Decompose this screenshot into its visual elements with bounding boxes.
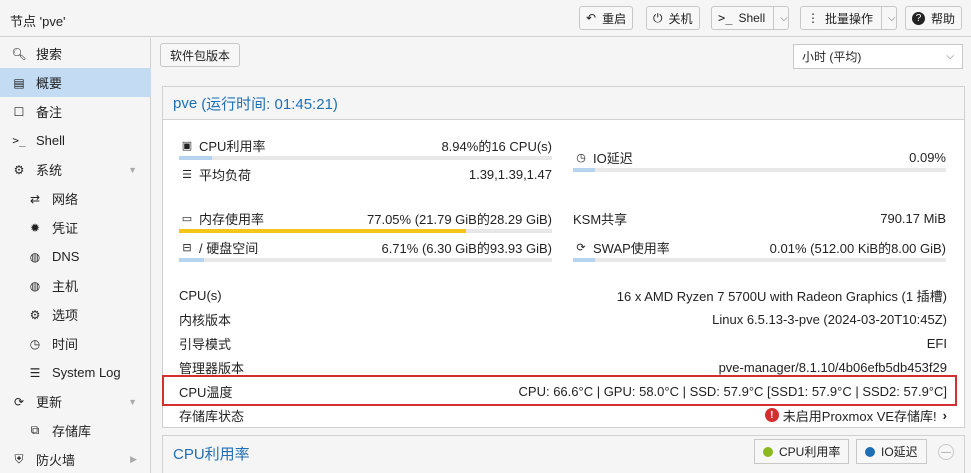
certificate-icon: ✹ xyxy=(29,220,41,235)
memory-usage-row: ▭ 内存使用率 77.05% (21.79 GiB的28.29 GiB) xyxy=(179,209,552,227)
disk-space-bar-fill xyxy=(179,258,205,262)
info-row-kernel: 内核版本 Linux 6.5.13-3-pve (2024-03-20T10:4… xyxy=(179,311,947,328)
memory-icon: ▭ xyxy=(181,212,193,225)
info-row-repository-status: 存储库状态 ! 未启用Proxmox VE存储库! › xyxy=(179,406,947,425)
cpu-usage-row: ▣ CPU利用率 8.94%的16 CPU(s) xyxy=(179,136,552,154)
summary-icon: ▤ xyxy=(13,75,25,90)
info-row-cpus: CPU(s) 16 x AMD Ryzen 7 5700U with Radeo… xyxy=(179,287,947,304)
globe-icon: ◍ xyxy=(29,278,41,293)
sidebar-item-time[interactable]: ◷ 时间 xyxy=(0,329,151,358)
network-icon: ⇄ xyxy=(29,191,41,206)
swap-usage-bar xyxy=(573,258,946,262)
io-delay-bar-fill xyxy=(573,168,596,172)
io-delay-row: ◷ IO延迟 0.09% xyxy=(573,148,946,166)
globe-icon: ◍ xyxy=(29,249,41,264)
hdd-icon: ⊟ xyxy=(182,241,192,254)
timeframe-select[interactable]: 小时 (平均) ⌵ xyxy=(793,44,963,69)
chart-panel-title: CPU利用率 xyxy=(173,446,250,463)
help-button[interactable]: ? 帮助 xyxy=(905,6,963,30)
sidebar-item-options[interactable]: ⚙ 选项 xyxy=(0,300,151,329)
question-icon: ? xyxy=(912,11,925,25)
chevron-down-icon: ⌵ xyxy=(946,51,954,62)
cpu-usage-bar xyxy=(179,156,552,160)
node-name: pve xyxy=(173,94,198,112)
shield-icon: ⛨ xyxy=(14,452,24,466)
refresh-icon: ⟳ xyxy=(13,394,25,409)
io-delay-bar xyxy=(573,168,946,172)
terminal-icon: >_ xyxy=(718,11,733,25)
shutdown-button[interactable]: ⏻ 关机 xyxy=(646,6,700,30)
chevron-down-icon[interactable]: ⌵ xyxy=(773,7,788,29)
sidebar-item-hosts[interactable]: ◍ 主机 xyxy=(0,271,151,300)
node-title: 节点 'pve' xyxy=(10,14,66,29)
sidebar-item-certificates[interactable]: ✹ 凭证 xyxy=(0,213,151,242)
memory-usage-bar xyxy=(179,229,552,233)
chevron-down-icon[interactable]: ▼ xyxy=(128,165,137,175)
status-panel-header: pve (运行时间: 01:45:21) xyxy=(163,87,964,120)
gear-icon: ⚙ xyxy=(29,307,41,322)
disk-space-row: ⊟ / 硬盘空间 6.71% (6.30 GiB的93.93 GiB) xyxy=(179,238,552,256)
server-icon: ☰ xyxy=(182,168,192,181)
package-versions-button[interactable]: 软件包版本 xyxy=(160,43,241,67)
info-row-manager-version: 管理器版本 pve-manager/8.1.10/4b06efb5db453f2… xyxy=(179,359,947,376)
sidebar-item-system-log[interactable]: ☰ System Log xyxy=(0,358,151,387)
swap-usage-row: ⟳ SWAP使用率 0.01% (512.00 KiB的8.00 GiB) xyxy=(573,238,946,256)
sidebar: 🔍︎ 搜索 ▤ 概要 ☐ 备注 >_ Shell ⚙ 系统 ▼ ⇄ 网络 ✹ 凭… xyxy=(0,38,151,473)
terminal-icon: >_ xyxy=(12,134,26,147)
legend-dot-green xyxy=(763,446,773,457)
undo-icon: ↶ xyxy=(586,11,597,25)
power-icon: ⏻ xyxy=(653,10,663,25)
chevron-right-icon[interactable]: ▶ xyxy=(130,454,137,465)
cpu-usage-chart-panel: CPU利用率 CPU利用率 IO延迟 — xyxy=(162,435,965,473)
load-average-row: ☰ 平均负荷 1.39,1.39,1.47 xyxy=(179,165,552,183)
sidebar-item-network[interactable]: ⇄ 网络 xyxy=(0,184,151,213)
sidebar-item-notes[interactable]: ☐ 备注 xyxy=(0,97,151,126)
disk-space-bar xyxy=(179,258,552,262)
cogs-icon: ⚙ xyxy=(13,162,25,177)
list-icon: ☰ xyxy=(29,365,41,380)
clock-icon: ◷ xyxy=(576,151,586,164)
sidebar-item-updates[interactable]: ⟳ 更新 ▼ xyxy=(0,387,151,416)
legend-io-delay[interactable]: IO延迟 xyxy=(856,439,927,464)
cpu-usage-bar-fill xyxy=(179,156,213,160)
legend-dot-blue xyxy=(865,446,875,457)
sidebar-item-repositories[interactable]: ⧉ 存储库 xyxy=(0,416,151,445)
cpu-icon: ▣ xyxy=(181,139,193,152)
info-row-boot-mode: 引导模式 EFI xyxy=(179,335,947,352)
legend-cpu-usage[interactable]: CPU利用率 xyxy=(754,439,850,464)
main-content: 软件包版本 小时 (平均) ⌵ pve (运行时间: 01:45:21) ▣ C… xyxy=(152,38,971,473)
chevron-down-icon[interactable]: ⌵ xyxy=(881,7,896,29)
refresh-icon: ⟳ xyxy=(576,241,586,254)
search-icon: 🔍︎ xyxy=(11,46,27,61)
top-header: 节点 'pve' ↶ 重启 ⏻ 关机 >_ Shell ⌵ ⋮ 批量操作 ⌵ ?… xyxy=(0,0,971,37)
files-icon: ⧉ xyxy=(30,423,40,437)
bulk-actions-button[interactable]: ⋮ 批量操作 ⌵ xyxy=(800,6,897,30)
sidebar-item-firewall[interactable]: ⛨ 防火墙 ▶ xyxy=(0,445,151,473)
sidebar-item-shell[interactable]: >_ Shell xyxy=(0,126,151,155)
sidebar-item-search[interactable]: 🔍︎ 搜索 xyxy=(0,39,151,68)
sidebar-item-dns[interactable]: ◍ DNS xyxy=(0,242,151,271)
ellipsis-icon: ⋮ xyxy=(807,11,819,25)
cpu-temperature-highlight xyxy=(162,375,957,406)
uptime-text: (运行时间: 01:45:21) xyxy=(201,95,338,113)
collapse-icon[interactable]: — xyxy=(938,444,954,460)
clock-icon: ◷ xyxy=(29,336,41,351)
chevron-right-icon: › xyxy=(942,407,947,423)
warning-icon: ! xyxy=(764,408,779,422)
swap-usage-bar-fill xyxy=(573,258,596,262)
repository-status-value[interactable]: ! 未启用Proxmox VE存储库! › xyxy=(764,406,947,425)
ksm-sharing-row: KSM共享 790.17 MiB xyxy=(573,210,946,227)
notes-icon: ☐ xyxy=(13,104,25,119)
restart-button[interactable]: ↶ 重启 xyxy=(579,6,634,30)
sidebar-item-system[interactable]: ⚙ 系统 ▼ xyxy=(0,155,151,184)
chevron-down-icon[interactable]: ▼ xyxy=(128,397,137,407)
sidebar-item-summary[interactable]: ▤ 概要 xyxy=(0,68,151,97)
shell-button[interactable]: >_ Shell ⌵ xyxy=(711,6,789,30)
memory-usage-bar-fill xyxy=(179,229,467,233)
